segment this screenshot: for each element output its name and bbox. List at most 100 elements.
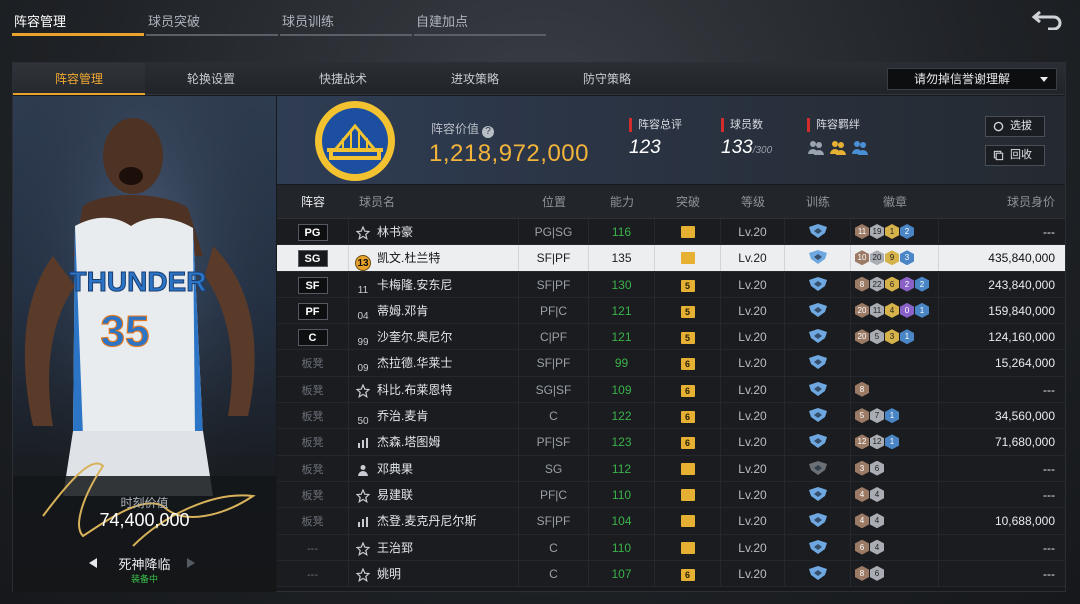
cell-training[interactable] bbox=[785, 508, 851, 534]
col-header-price[interactable]: 球员身价 bbox=[939, 185, 1065, 218]
table-row[interactable]: SG 13 凯文.杜兰特 SF|PF 135 Lv.20 10 20 9 3 435,840,000 bbox=[277, 245, 1065, 272]
badge-icon[interactable]: 2 bbox=[900, 224, 914, 239]
badge-icon[interactable]: 1 bbox=[885, 408, 899, 424]
cell-player-name[interactable]: 50 乔治.麦肯 bbox=[349, 403, 519, 429]
badge-icon[interactable]: 8 bbox=[855, 381, 869, 397]
table-row[interactable]: C 99 沙奎尔.奥尼尔 C|PF 121 5 Lv.20 20 5 3 1 124,160,000 bbox=[277, 324, 1065, 351]
badge-icon[interactable]: 4 bbox=[855, 486, 869, 502]
slot-badge[interactable]: C bbox=[297, 329, 328, 347]
badge-icon[interactable]: 12 bbox=[855, 434, 869, 450]
badge-icon[interactable]: 4 bbox=[855, 513, 869, 529]
cell-player-name[interactable]: 09 杰拉德.华莱士 bbox=[349, 350, 519, 376]
cell-training[interactable] bbox=[785, 219, 851, 245]
cell-breakthrough[interactable] bbox=[655, 534, 721, 560]
table-row[interactable]: 板凳 易建联 PF|C 110 Lv.20 4 4 --- bbox=[277, 481, 1065, 509]
cell-player-name[interactable]: 11 卡梅隆.安东尼 bbox=[349, 271, 519, 297]
cell-player-name[interactable]: 林书豪 bbox=[349, 219, 519, 245]
cell-breakthrough[interactable] bbox=[655, 455, 721, 481]
col-header-level[interactable]: 等级 bbox=[721, 185, 785, 218]
slot-badge[interactable]: SG bbox=[297, 250, 328, 268]
cell-breakthrough[interactable]: 6 bbox=[655, 560, 721, 587]
sub-tab-offense[interactable]: 进攻策略 bbox=[409, 63, 541, 95]
cell-training[interactable] bbox=[785, 297, 851, 324]
cell-player-name[interactable]: 姚明 bbox=[349, 560, 519, 587]
badge-icon[interactable]: 11 bbox=[855, 224, 869, 239]
badge-icon[interactable]: 8 bbox=[855, 276, 869, 292]
sub-tab-lineup[interactable]: 阵容管理 bbox=[13, 63, 145, 95]
badge-icon[interactable]: 3 bbox=[855, 460, 869, 476]
table-row[interactable]: 板凳 50 乔治.麦肯 C 122 6 Lv.20 5 7 1 34,560,000 bbox=[277, 403, 1065, 430]
cell-player-name[interactable]: 王治郅 bbox=[349, 534, 519, 560]
col-header-slot[interactable]: 阵容 bbox=[277, 185, 349, 218]
badge-icon[interactable]: 12 bbox=[870, 434, 884, 450]
cell-breakthrough[interactable]: 5 bbox=[655, 324, 721, 350]
col-header-badges[interactable]: 徽章 bbox=[851, 185, 939, 218]
badge-icon[interactable]: 6 bbox=[885, 276, 899, 292]
back-button[interactable] bbox=[1030, 6, 1066, 31]
cell-player-name[interactable]: 杰登.麦克丹尼尔斯 bbox=[349, 508, 519, 534]
recycle-button[interactable]: 回收 bbox=[985, 145, 1045, 166]
cell-breakthrough[interactable]: 6 bbox=[655, 403, 721, 429]
top-tab-training[interactable]: 球员训练 bbox=[280, 8, 412, 36]
cell-training[interactable] bbox=[785, 324, 851, 350]
badge-icon[interactable]: 19 bbox=[870, 224, 884, 239]
slot-badge[interactable]: PF bbox=[297, 302, 328, 320]
cell-breakthrough[interactable]: 5 bbox=[655, 271, 721, 297]
cell-breakthrough[interactable]: 6 bbox=[655, 429, 721, 455]
col-header-ability[interactable]: 能力 bbox=[589, 185, 655, 218]
badge-icon[interactable]: 8 bbox=[855, 565, 869, 581]
cell-breakthrough[interactable]: 6 bbox=[655, 376, 721, 403]
slot-badge[interactable]: PG bbox=[297, 224, 328, 241]
badge-icon[interactable]: 4 bbox=[870, 539, 884, 555]
col-header-training[interactable]: 训练 bbox=[785, 185, 851, 218]
badge-icon[interactable]: 4 bbox=[885, 302, 899, 318]
cell-player-name[interactable]: 杰森.塔图姆 bbox=[349, 429, 519, 455]
badge-icon[interactable]: 9 bbox=[885, 250, 899, 266]
help-icon[interactable]: ? bbox=[482, 126, 495, 138]
cell-player-name[interactable]: 13 凯文.杜兰特 bbox=[349, 245, 519, 271]
cell-player-name[interactable]: 04 蒂姆.邓肯 bbox=[349, 297, 519, 324]
badge-icon[interactable]: 6 bbox=[870, 565, 884, 581]
cell-breakthrough[interactable]: 6 bbox=[655, 350, 721, 376]
badge-icon[interactable]: 3 bbox=[885, 329, 899, 345]
col-header-position[interactable]: 位置 bbox=[519, 185, 589, 218]
cell-breakthrough[interactable] bbox=[655, 245, 721, 271]
badge-icon[interactable]: 6 bbox=[870, 460, 884, 476]
badge-icon[interactable]: 6 bbox=[855, 539, 869, 555]
cell-training[interactable] bbox=[785, 376, 851, 403]
table-row[interactable]: 板凳 邓典果 SG 112 Lv.20 3 6 --- bbox=[277, 455, 1065, 482]
cell-training[interactable] bbox=[785, 245, 851, 271]
lineup-select-dropdown[interactable]: 请勿掉信誉谢理解 bbox=[887, 68, 1057, 90]
sub-tab-rotation[interactable]: 轮换设置 bbox=[145, 63, 277, 95]
cell-training[interactable] bbox=[785, 350, 851, 376]
cell-breakthrough[interactable] bbox=[655, 508, 721, 534]
cell-training[interactable] bbox=[785, 271, 851, 297]
top-tab-lineup[interactable]: 阵容管理 bbox=[12, 8, 144, 36]
badge-icon[interactable]: 7 bbox=[870, 408, 884, 424]
badge-icon[interactable]: 20 bbox=[855, 329, 869, 345]
badge-icon[interactable]: 10 bbox=[855, 250, 869, 266]
top-tab-breakthrough[interactable]: 球员突破 bbox=[146, 8, 278, 36]
cell-breakthrough[interactable]: 5 bbox=[655, 297, 721, 324]
cell-player-name[interactable]: 科比.布莱恩特 bbox=[349, 376, 519, 403]
badge-icon[interactable]: 1 bbox=[885, 224, 899, 239]
badge-icon[interactable]: 2 bbox=[900, 276, 914, 292]
table-row[interactable]: 板凳 杰登.麦克丹尼尔斯 SF|PF 104 Lv.20 4 4 10,688,000 bbox=[277, 508, 1065, 535]
table-row[interactable]: 板凳 杰森.塔图姆 PF|SF 123 6 Lv.20 12 12 1 71,680,000 bbox=[277, 429, 1065, 456]
top-tab-custom-points[interactable]: 自建加点 bbox=[414, 8, 546, 36]
col-header-name[interactable]: 球员名 bbox=[349, 185, 519, 218]
sub-tab-quick-tactics[interactable]: 快捷战术 bbox=[277, 63, 409, 95]
badge-icon[interactable]: 1 bbox=[900, 329, 914, 345]
badge-icon[interactable]: 5 bbox=[855, 408, 869, 424]
badge-icon[interactable]: 20 bbox=[855, 302, 869, 318]
cell-training[interactable] bbox=[785, 455, 851, 481]
badge-icon[interactable]: 3 bbox=[900, 250, 914, 266]
badge-icon[interactable]: 1 bbox=[915, 302, 929, 318]
cell-training[interactable] bbox=[785, 481, 851, 508]
badge-icon[interactable]: 0 bbox=[900, 302, 914, 318]
badge-icon[interactable]: 2 bbox=[915, 276, 929, 292]
cell-player-name[interactable]: 易建联 bbox=[349, 481, 519, 508]
badge-icon[interactable]: 20 bbox=[870, 250, 884, 266]
cell-training[interactable] bbox=[785, 429, 851, 455]
cell-training[interactable] bbox=[785, 403, 851, 429]
